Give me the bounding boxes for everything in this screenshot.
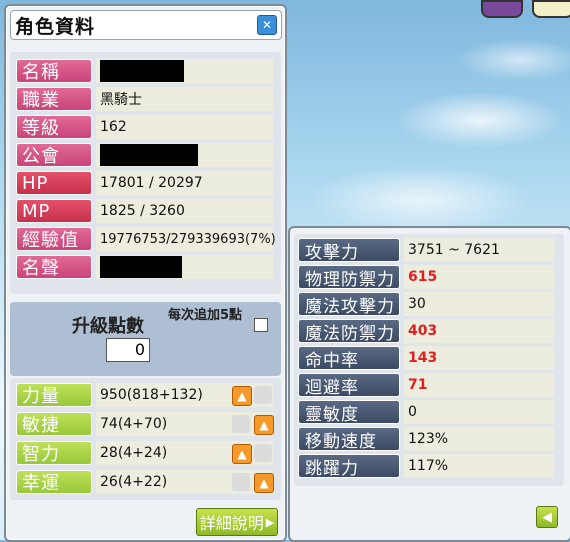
detail-button-label: 詳細說明 (199, 514, 264, 533)
detail-row: 跳躍力 117% (298, 454, 554, 479)
info-label: 經驗值 (16, 227, 92, 251)
add-luk-button[interactable]: ▲ (254, 473, 274, 493)
info-value: 黑騎士 (96, 87, 273, 111)
detail-stats-section: 攻擊力 3751 ~ 7621 物理防禦力 615 魔法攻擊力 30 魔法防禦力… (294, 234, 564, 486)
info-value: 1825 / 3260 (96, 199, 273, 223)
window-title: 角色資料 (15, 15, 96, 38)
stat-section: 力量 950(818+132) ▲ 敏捷 74(4+70) ▲ 智力 28(4+… (10, 378, 281, 500)
info-label: MP (16, 199, 92, 223)
slot-disabled (232, 415, 250, 433)
detail-row: 魔法防禦力 403 (298, 319, 554, 344)
detail-label: 物理防禦力 (298, 265, 400, 290)
add-five-label: 每次追加5點 (167, 308, 243, 323)
arrow-left-icon: ◀ (542, 509, 552, 525)
info-section: 名稱 職業 黑騎士 等級 162 公會 HP 17801 / 20297 MP … (10, 52, 281, 294)
info-value (96, 59, 273, 83)
detail-value: 143 (404, 346, 554, 370)
close-icon: ✕ (261, 18, 273, 32)
info-value: 19776753/279339693(7%) (96, 227, 276, 251)
detail-value: 615 (404, 265, 554, 289)
stat-label: 幸運 (16, 470, 92, 494)
detail-row: 物理防禦力 615 (298, 265, 554, 290)
info-label: HP (16, 171, 92, 195)
info-value (96, 255, 273, 279)
redacted-block (100, 144, 198, 166)
detail-label: 命中率 (298, 346, 400, 371)
title-bar[interactable]: 角色資料 ✕ (10, 10, 282, 40)
info-row-exp: 經驗值 19776753/279339693(7%) (16, 227, 276, 251)
arrow-up-icon: ▲ (237, 447, 247, 461)
redacted-block (100, 256, 182, 278)
slot-disabled (254, 386, 272, 404)
ability-points-section: 升級點數 0 每次追加5點 (10, 302, 281, 376)
detail-row: 靈敏度 0 (298, 400, 554, 425)
add-dex-button[interactable]: ▲ (254, 415, 274, 435)
slot-disabled (232, 473, 250, 491)
detail-label: 魔法防禦力 (298, 319, 400, 344)
detail-button[interactable]: 詳細說明 ▶ (196, 508, 278, 536)
close-button[interactable]: ✕ (257, 15, 277, 35)
stat-label: 力量 (16, 383, 92, 407)
slot-disabled (254, 444, 272, 462)
arrow-up-icon: ▲ (259, 418, 269, 432)
redacted-block (100, 60, 184, 82)
top-menu-icon[interactable] (481, 0, 523, 18)
detail-row: 命中率 143 (298, 346, 554, 371)
add-str-button[interactable]: ▲ (232, 386, 252, 406)
detail-value: 403 (404, 319, 554, 343)
detail-label: 跳躍力 (298, 454, 400, 479)
detail-row: 移動速度 123% (298, 427, 554, 452)
info-row-fame: 名聲 (16, 255, 273, 279)
info-label: 公會 (16, 143, 92, 167)
info-row-job: 職業 黑騎士 (16, 87, 273, 111)
detail-label: 靈敏度 (298, 400, 400, 425)
detail-label: 迴避率 (298, 373, 400, 398)
detail-value: 30 (404, 292, 554, 316)
arrow-right-icon: ▶ (265, 515, 275, 529)
stat-label: 敏捷 (16, 412, 92, 436)
add-int-button[interactable]: ▲ (232, 444, 252, 464)
detail-stats-window: 攻擊力 3751 ~ 7621 物理防禦力 615 魔法攻擊力 30 魔法防禦力… (288, 226, 570, 542)
info-label: 等級 (16, 115, 92, 139)
info-row-level: 等級 162 (16, 115, 273, 139)
arrow-up-icon: ▲ (259, 476, 269, 490)
ap-value: 0 (106, 338, 150, 362)
ap-label: 升級點數 (72, 316, 144, 337)
info-value: 17801 / 20297 (96, 171, 273, 195)
info-label: 名聲 (16, 255, 92, 279)
info-value: 162 (96, 115, 273, 139)
detail-value: 3751 ~ 7621 (404, 238, 554, 262)
detail-row: 迴避率 71 (298, 373, 554, 398)
detail-label: 移動速度 (298, 427, 400, 452)
detail-label: 攻擊力 (298, 238, 400, 263)
detail-row: 魔法攻擊力 30 (298, 292, 554, 317)
stat-label: 智力 (16, 441, 92, 465)
info-label: 職業 (16, 87, 92, 111)
info-row-guild: 公會 (16, 143, 273, 167)
info-row-mp: MP 1825 / 3260 (16, 199, 273, 223)
detail-value: 123% (404, 427, 554, 451)
info-row-hp: HP 17801 / 20297 (16, 171, 273, 195)
info-label: 名稱 (16, 59, 92, 83)
top-key-icon[interactable] (532, 0, 570, 18)
detail-value: 0 (404, 400, 554, 424)
info-row-name: 名稱 (16, 59, 273, 83)
detail-label: 魔法攻擊力 (298, 292, 400, 317)
detail-row: 攻擊力 3751 ~ 7621 (298, 238, 554, 263)
detail-value: 117% (404, 454, 554, 478)
add-five-checkbox[interactable] (254, 318, 268, 332)
arrow-up-icon: ▲ (237, 389, 247, 403)
character-info-window: 角色資料 ✕ 名稱 職業 黑騎士 等級 162 公會 HP 17801 / 20… (4, 4, 287, 542)
collapse-button[interactable]: ◀ (536, 506, 558, 528)
detail-value: 71 (404, 373, 554, 397)
info-value (96, 143, 273, 167)
